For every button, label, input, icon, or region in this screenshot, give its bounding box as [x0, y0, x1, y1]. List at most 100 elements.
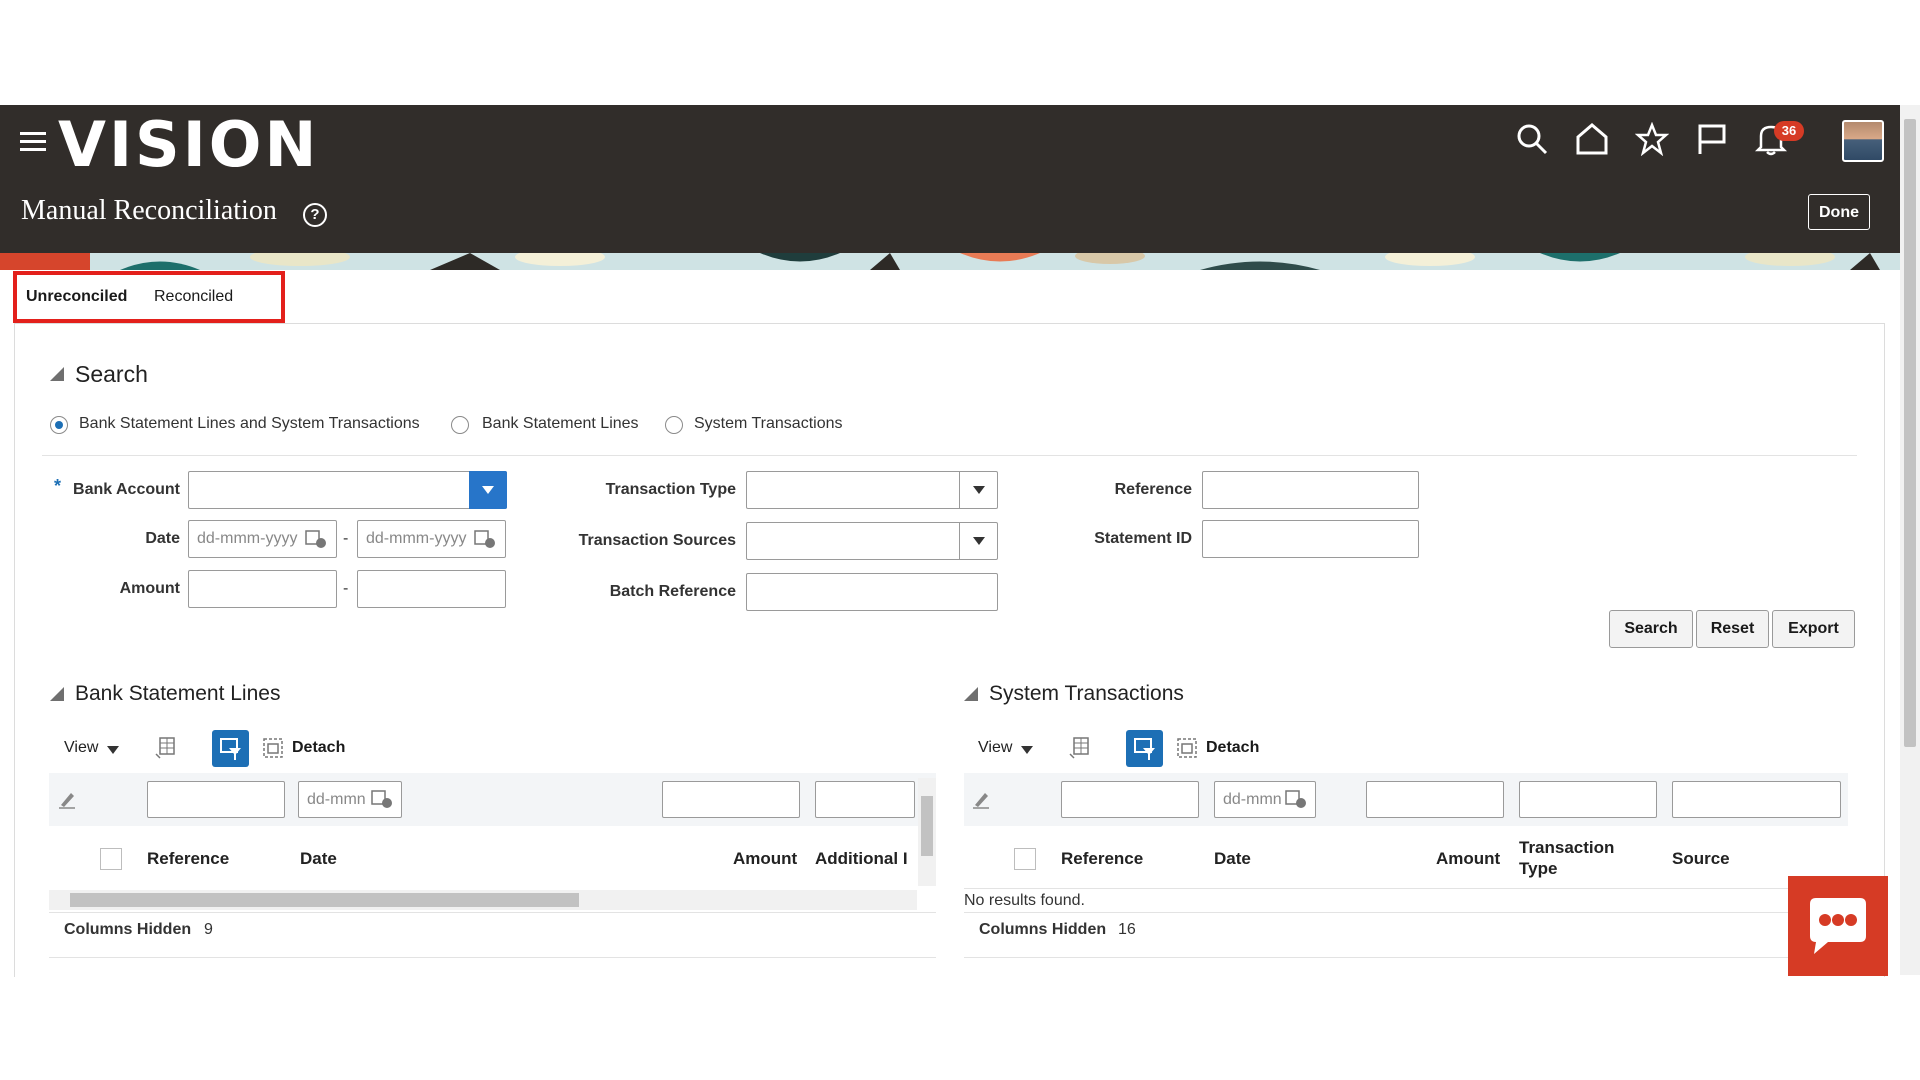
view-menu[interactable]: View [978, 739, 1012, 757]
menu-icon[interactable] [20, 127, 46, 156]
user-avatar[interactable] [1842, 120, 1884, 162]
notification-count-badge[interactable]: 36 [1774, 121, 1804, 141]
view-menu-chevron-icon[interactable] [107, 746, 119, 754]
edit-pencil-icon [59, 793, 75, 809]
date-from-field[interactable]: dd-mmm-yyyy [188, 520, 337, 558]
divider [49, 957, 936, 958]
column-header-amount[interactable]: Amount [733, 849, 797, 869]
amount-label: Amount [119, 580, 180, 597]
calendar-icon[interactable] [1285, 789, 1307, 809]
collapse-search-icon[interactable] [50, 367, 64, 381]
column-header-date[interactable]: Date [300, 849, 337, 869]
date-to-field[interactable]: dd-mmm-yyyy [357, 520, 506, 558]
date-to-placeholder: dd-mmm-yyyy [366, 530, 467, 547]
column-header-reference[interactable]: Reference [147, 849, 229, 869]
filter-date-field[interactable]: dd-mmn [298, 781, 402, 818]
column-header-transaction-type[interactable]: Transaction Type [1519, 837, 1639, 879]
transaction-sources-dropdown-button[interactable] [959, 522, 997, 560]
date-range-separator: - [343, 530, 349, 547]
table-horizontal-scrollbar[interactable] [49, 890, 917, 910]
calendar-icon[interactable] [305, 529, 327, 549]
export-button[interactable]: Export [1772, 610, 1855, 648]
radio-system-transactions[interactable] [665, 416, 683, 434]
no-results-text: No results found. [964, 892, 1085, 909]
detach-button[interactable]: Detach [292, 739, 345, 757]
collapse-system-transactions-icon[interactable] [964, 687, 978, 701]
chat-bubble-icon [1810, 898, 1866, 954]
column-header-additional-info[interactable]: Additional I [815, 849, 916, 869]
amount-to-field[interactable] [357, 570, 506, 608]
filter-transaction-type-field[interactable] [1519, 781, 1657, 818]
filter-source-field[interactable] [1672, 781, 1841, 818]
radio-label: Bank Statement Lines and System Transact… [79, 415, 420, 432]
search-icon[interactable] [1515, 122, 1549, 156]
radio-bank-statement-lines[interactable] [451, 416, 469, 434]
date-from-placeholder: dd-mmm-yyyy [197, 530, 298, 547]
columns-icon[interactable] [154, 736, 178, 760]
filter-reference-field[interactable] [147, 781, 285, 818]
query-filter-icon [220, 738, 241, 760]
filter-date-field[interactable]: dd-mmn [1214, 781, 1316, 818]
calendar-icon[interactable] [474, 529, 496, 549]
column-header-amount[interactable]: Amount [1436, 849, 1500, 869]
detach-button[interactable]: Detach [1206, 739, 1259, 757]
page-scrollbar-thumb[interactable] [1904, 119, 1916, 747]
transaction-type-label: Transaction Type [605, 481, 736, 498]
amount-from-field[interactable] [188, 570, 337, 608]
view-menu[interactable]: View [64, 739, 98, 757]
view-menu-chevron-icon[interactable] [1021, 746, 1033, 754]
filter-date-placeholder: dd-mmn [1223, 791, 1282, 808]
column-header-reference[interactable]: Reference [1061, 849, 1143, 869]
bank-account-dropdown-button[interactable] [469, 471, 507, 509]
horizontal-scrollbar-thumb[interactable] [70, 893, 579, 907]
search-button[interactable]: Search [1609, 610, 1693, 648]
transaction-type-field[interactable] [746, 471, 998, 509]
reference-label: Reference [1114, 481, 1192, 498]
tab-unreconciled[interactable]: Unreconciled [26, 288, 127, 306]
flag-icon[interactable] [1695, 122, 1729, 156]
query-by-example-button[interactable] [212, 730, 249, 767]
filter-additional-field[interactable] [815, 781, 915, 818]
help-icon[interactable]: ? [303, 203, 327, 227]
reset-button[interactable]: Reset [1696, 610, 1769, 648]
filter-amount-field[interactable] [662, 781, 800, 818]
divider [964, 888, 1848, 889]
amount-range-separator: - [343, 580, 349, 597]
column-header-date[interactable]: Date [1214, 849, 1251, 869]
columns-icon[interactable] [1068, 736, 1092, 760]
detach-icon[interactable] [262, 737, 284, 759]
system-transactions-title: System Transactions [989, 682, 1184, 705]
done-button[interactable]: Done [1808, 194, 1870, 230]
table-vertical-scrollbar[interactable] [918, 778, 936, 886]
column-header-source[interactable]: Source [1672, 849, 1730, 869]
home-icon[interactable] [1575, 122, 1609, 156]
transaction-sources-field[interactable] [746, 522, 998, 560]
favorites-star-icon[interactable] [1635, 122, 1669, 156]
batch-reference-field[interactable] [746, 573, 998, 611]
columns-hidden-label: Columns Hidden [64, 921, 192, 938]
select-all-checkbox[interactable] [100, 848, 122, 870]
statement-id-field[interactable] [1202, 520, 1419, 558]
transaction-type-dropdown-button[interactable] [959, 471, 997, 509]
radio-bank-lines-and-system-transactions[interactable] [50, 416, 68, 434]
vertical-scrollbar-thumb[interactable] [921, 796, 933, 856]
filter-amount-field[interactable] [1366, 781, 1504, 818]
query-by-example-button[interactable] [1126, 730, 1163, 767]
detach-icon[interactable] [1176, 737, 1198, 759]
select-all-checkbox[interactable] [1014, 848, 1036, 870]
radio-label: System Transactions [694, 415, 843, 432]
bank-account-field[interactable] [188, 471, 507, 509]
divider [964, 912, 1848, 913]
collapse-bank-lines-icon[interactable] [50, 687, 64, 701]
tab-reconciled[interactable]: Reconciled [154, 288, 233, 306]
filter-reference-field[interactable] [1061, 781, 1199, 818]
chat-widget-button[interactable] [1788, 876, 1888, 976]
calendar-icon[interactable] [371, 789, 393, 809]
reference-field[interactable] [1202, 471, 1419, 509]
page-scrollbar[interactable] [1900, 105, 1920, 975]
vision-logo[interactable]: VISION [58, 108, 319, 181]
divider [964, 957, 1788, 958]
query-filter-icon [1134, 738, 1155, 760]
batch-reference-label: Batch Reference [609, 583, 736, 600]
search-section-title: Search [75, 361, 148, 387]
